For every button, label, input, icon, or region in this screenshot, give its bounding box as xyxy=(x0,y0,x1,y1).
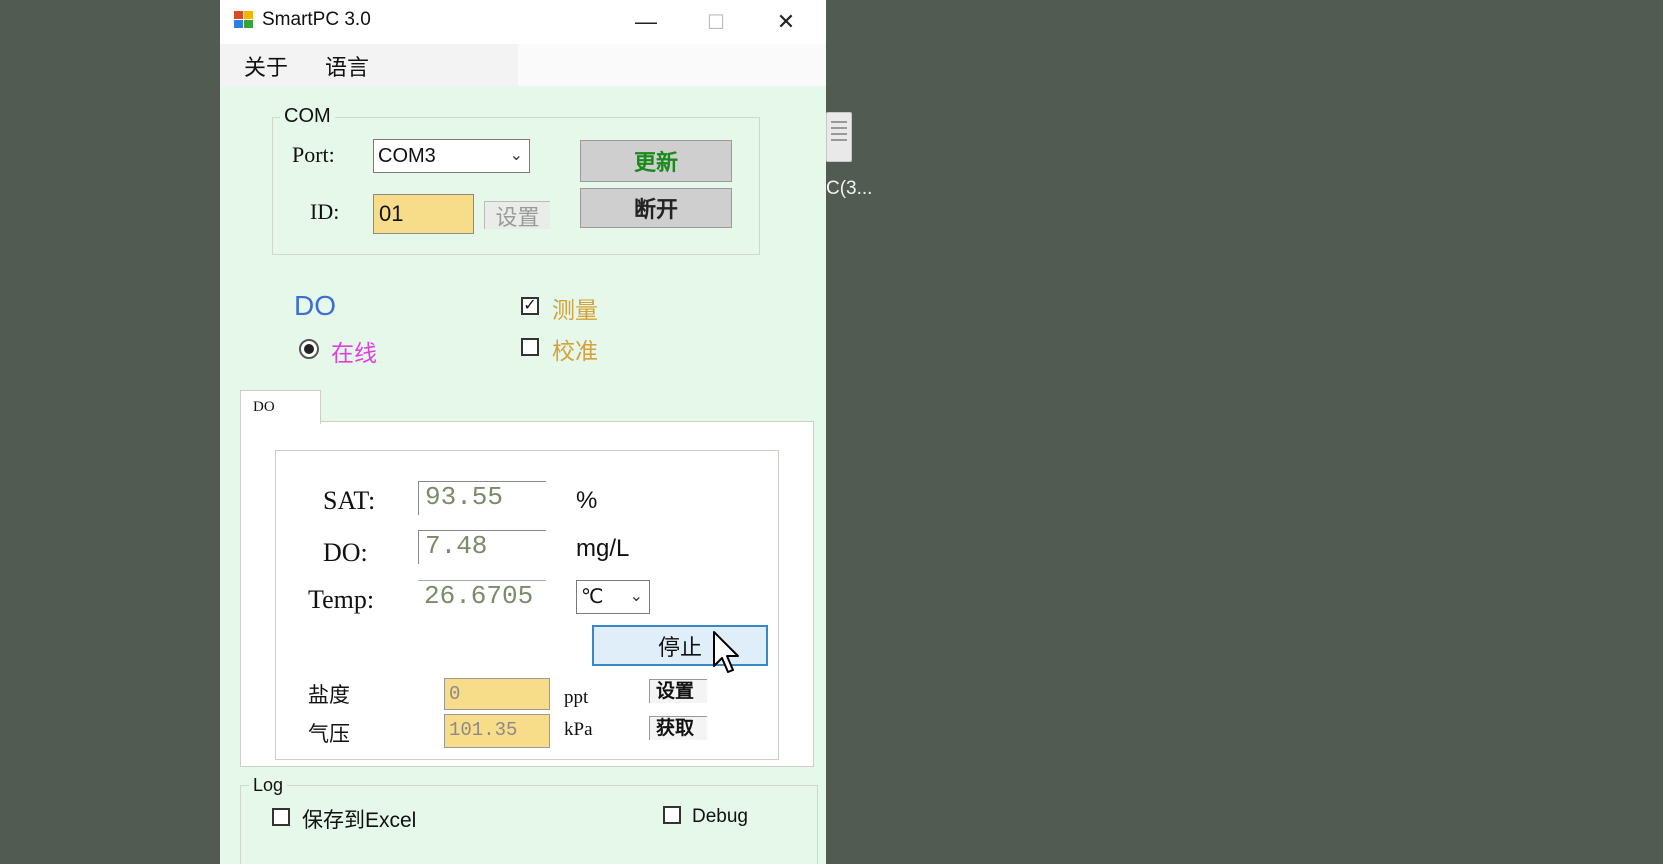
salinity-unit: ppt xyxy=(564,687,589,708)
menu-about[interactable]: 关于 xyxy=(244,50,288,82)
com-legend: COM xyxy=(280,105,335,128)
do-unit: mg/L xyxy=(576,535,630,562)
disconnect-button[interactable]: 断开 xyxy=(580,188,732,228)
window-title: SmartPC 3.0 xyxy=(262,9,371,30)
tab-do-label: DO xyxy=(253,399,275,415)
chevron-down-icon: ⌄ xyxy=(629,588,643,605)
app-grid-icon xyxy=(234,11,254,29)
temp-unit-select[interactable]: ℃ ⌄ xyxy=(576,580,650,614)
menu-bar-fill xyxy=(518,44,826,86)
chevron-down-icon: ⌄ xyxy=(509,147,523,164)
id-set-button[interactable]: 设置 xyxy=(484,201,550,230)
salinity-set-button[interactable]: 设置 xyxy=(649,679,707,703)
desktop-icon-label[interactable]: C(3... xyxy=(826,178,872,200)
pressure-unit: kPa xyxy=(564,719,593,740)
port-label: Port: xyxy=(292,142,335,167)
pressure-input[interactable]: 101.35 xyxy=(444,714,550,748)
measure-checkbox[interactable]: ✓ xyxy=(521,297,539,315)
temp-unit-value: ℃ xyxy=(581,586,604,608)
temp-label: Temp: xyxy=(308,585,375,614)
maximize-button[interactable]: ☐ xyxy=(681,0,751,44)
debug-label: Debug xyxy=(692,806,748,827)
salinity-label: 盐度 xyxy=(308,684,350,707)
log-legend: Log xyxy=(249,775,288,796)
do-label: DO: xyxy=(323,538,368,567)
pressure-label: 气压 xyxy=(308,723,350,746)
id-label: ID: xyxy=(310,199,340,224)
calibrate-checkbox[interactable] xyxy=(521,338,539,356)
calibrate-label: 校准 xyxy=(552,338,598,364)
com-group xyxy=(272,117,760,255)
desktop-file-icon[interactable] xyxy=(826,112,852,162)
radio-dot xyxy=(304,344,314,354)
pressure-get-button[interactable]: 获取 xyxy=(649,716,707,740)
measure-label: 测量 xyxy=(552,297,598,323)
menu-language[interactable]: 语言 xyxy=(325,50,369,82)
close-button[interactable]: ✕ xyxy=(751,0,821,44)
mouse-cursor-icon xyxy=(713,631,739,673)
sat-label: SAT: xyxy=(323,486,376,515)
do-value-field[interactable]: 7.48 xyxy=(418,530,546,564)
salinity-input[interactable]: 0 xyxy=(444,678,550,710)
sensor-title: DO xyxy=(294,290,336,321)
sat-value-field[interactable]: 93.55 xyxy=(418,481,546,515)
port-select[interactable]: COM3 ⌄ xyxy=(373,139,530,173)
online-label: 在线 xyxy=(331,340,377,366)
app-window: SmartPC 3.0 — ☐ ✕ 关于 语言 COM Port: COM3 ⌄… xyxy=(220,0,826,864)
save-excel-checkbox[interactable] xyxy=(272,808,290,826)
checkmark-icon: ✓ xyxy=(523,297,537,314)
temp-value-field[interactable]: 26.6705 xyxy=(418,580,546,614)
refresh-button[interactable]: 更新 xyxy=(580,140,732,182)
sat-unit: % xyxy=(576,487,598,514)
save-excel-label: 保存到Excel xyxy=(302,809,417,832)
minimize-button[interactable]: — xyxy=(611,0,681,44)
tab-do[interactable]: DO xyxy=(240,390,321,424)
debug-checkbox[interactable] xyxy=(663,806,681,824)
online-radio[interactable] xyxy=(299,339,319,359)
port-select-value: COM3 xyxy=(378,145,436,167)
id-input[interactable]: 01 xyxy=(373,194,474,234)
